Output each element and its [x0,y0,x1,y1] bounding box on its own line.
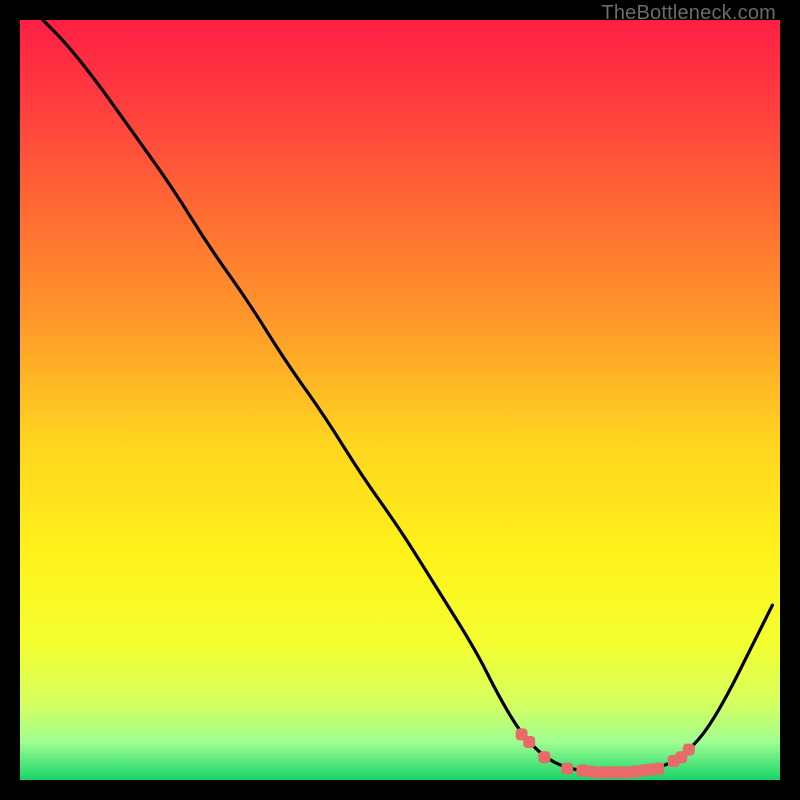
curve-marker [652,763,664,775]
watermark-text: TheBottleneck.com [601,2,776,25]
curve-marker [523,736,535,748]
chart-frame [20,20,780,780]
curve-marker [683,744,695,756]
bottleneck-curve-chart [20,20,780,780]
curve-marker [538,751,550,763]
curve-marker [561,763,573,775]
